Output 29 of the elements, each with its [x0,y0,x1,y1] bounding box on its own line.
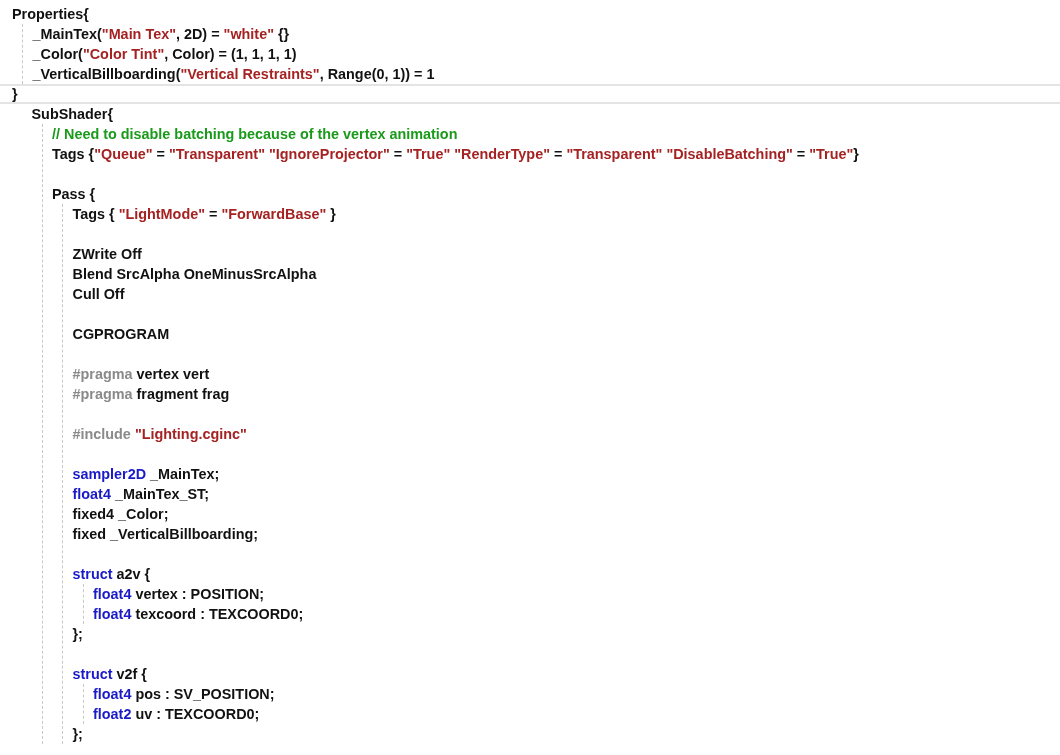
code-line: struct v2f { [72,665,147,684]
code-line: struct a2v { [72,565,151,584]
code-line: #pragma vertex vert [72,365,210,384]
code-line: Properties{ [12,5,89,24]
code-line: }; [72,725,83,744]
code-line: float4 texcoord : TEXCOORD0; [93,605,304,624]
code-line: #pragma fragment frag [72,385,230,404]
code-line: Tags {"Queue" = "Transparent" "IgnoreProjector" = "True" "RenderType" = "Transparent" "DisableBatching" = "True"} [52,145,859,164]
code-line: _Color("Color Tint", Color) = (1, 1, 1, 1) [32,45,297,64]
code-line: _MainTex("Main Tex", 2D) = "white" {} [32,25,290,44]
code-line: SubShader{ [31,105,114,124]
code-line: #include "Lighting.cginc" [72,425,247,444]
code-line: float4 pos : SV_POSITION; [93,685,275,704]
code-line: float4 _MainTex_ST; [72,485,209,504]
code-line: sampler2D _MainTex; [72,465,220,484]
code-line: ZWrite Off [72,245,142,264]
code-line: fixed _VerticalBillboarding; [72,525,259,544]
code-line: fixed4 _Color; [72,505,169,524]
code-line: Cull Off [72,285,125,304]
code-line: _VerticalBillboarding("Vertical Restraints", Range(0, 1)) = 1 [32,65,435,84]
code-line: float4 vertex : POSITION; [93,585,265,604]
code-line: // Need to disable batching because of the vertex animation [52,125,458,144]
code-line: Tags { "LightMode" = "ForwardBase" } [72,205,336,224]
code-line: } [12,86,18,102]
code-line: }; [72,625,83,644]
code-line: Pass { [52,185,96,204]
code-line: float2 uv : TEXCOORD0; [93,705,260,724]
code-line: CGPROGRAM [72,325,170,344]
code-line: Blend SrcAlpha OneMinusSrcAlpha [72,265,317,284]
